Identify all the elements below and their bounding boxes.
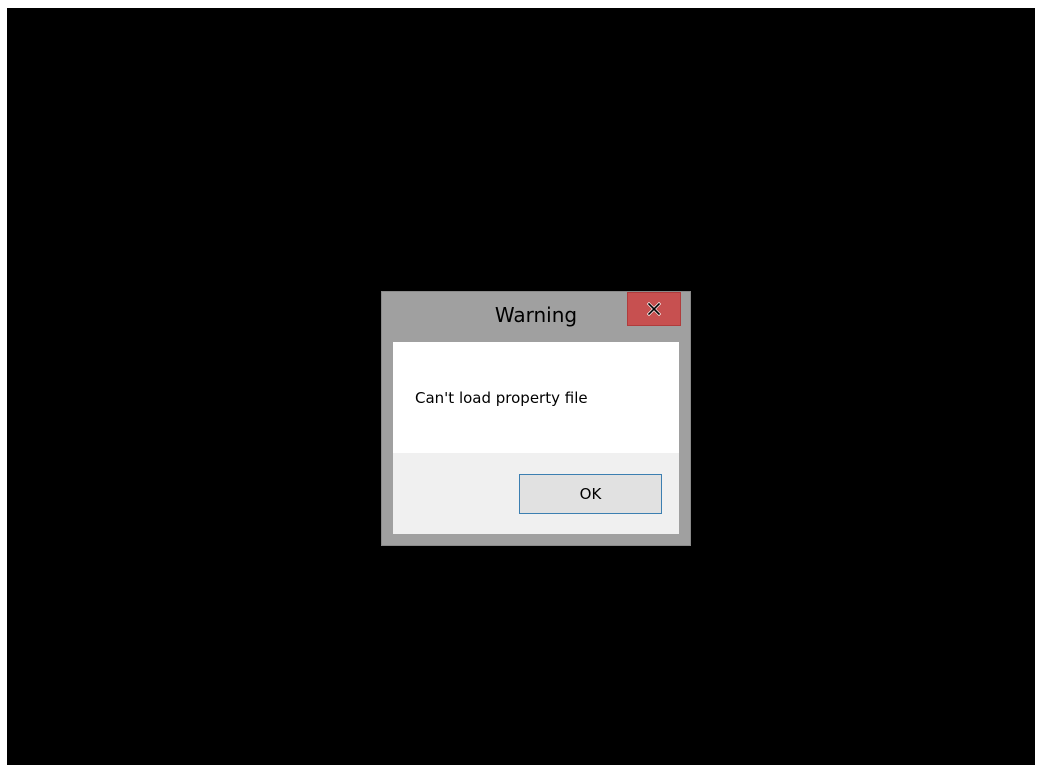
close-icon [647,302,661,316]
button-area: OK [393,453,679,534]
dialog-content: Can't load property file OK [393,342,679,534]
screen-frame: Warning Can't load property file OK [0,0,1038,772]
close-button[interactable] [627,292,681,326]
message-text: Can't load property file [415,389,588,407]
ok-button[interactable]: OK [519,474,662,514]
title-bar[interactable]: Warning [382,292,690,342]
warning-dialog: Warning Can't load property file OK [381,291,691,546]
